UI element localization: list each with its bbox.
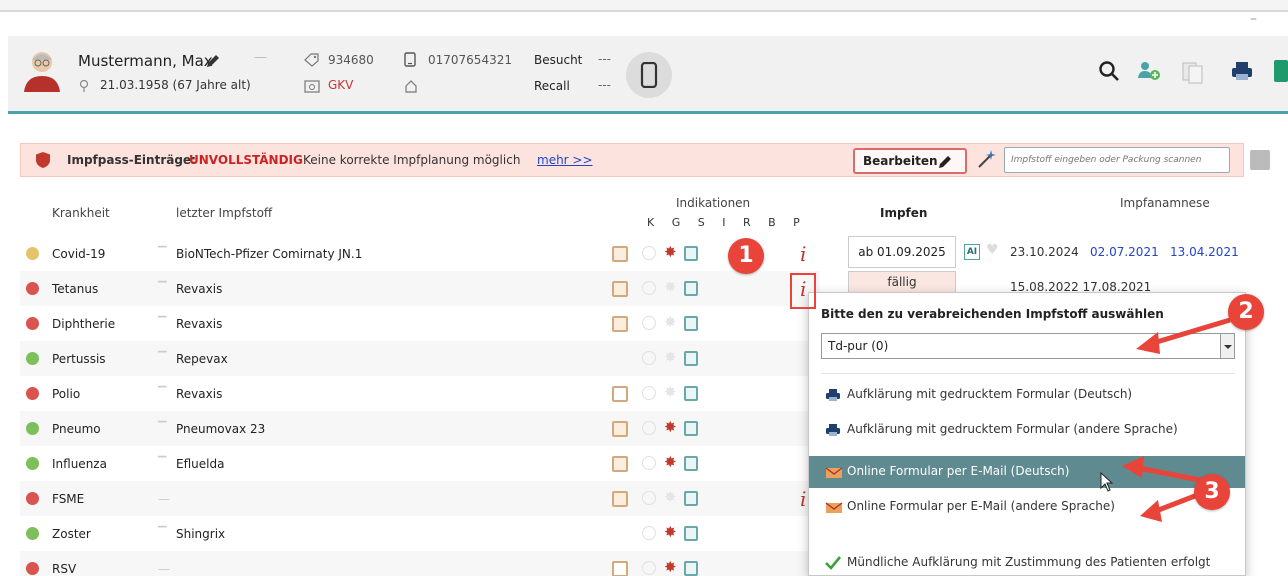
- annotation-arrows: [1122, 317, 1231, 522]
- callout-3: 3: [1194, 474, 1230, 510]
- callout-2: 2: [1228, 294, 1264, 330]
- callout-1: 1: [728, 238, 764, 274]
